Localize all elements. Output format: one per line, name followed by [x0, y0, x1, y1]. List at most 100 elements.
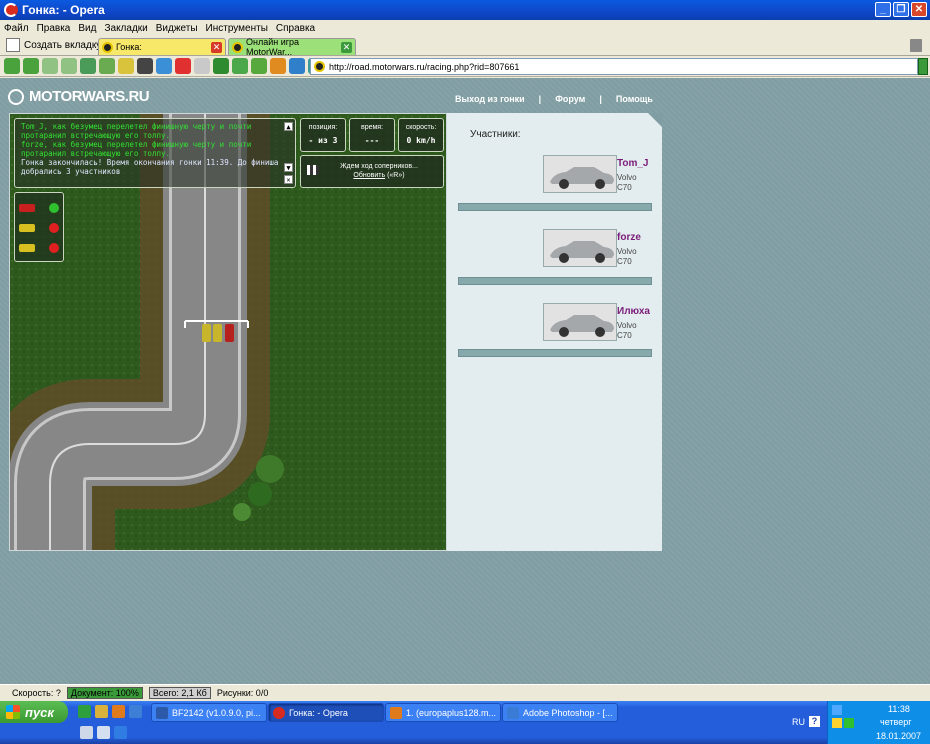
- refresh-hotkey: («R»): [387, 172, 405, 179]
- quicklaunch-icon[interactable]: [80, 726, 93, 739]
- nav-forum[interactable]: Форум: [555, 94, 585, 104]
- race-track-view[interactable]: Tom_J, как безумец перелетел финишную че…: [9, 113, 447, 551]
- quicklaunch-icon[interactable]: [95, 705, 108, 718]
- menu-view[interactable]: Вид: [76, 23, 102, 34]
- participant-car: Volvo C70: [617, 321, 637, 341]
- maximize-button[interactable]: ❐: [893, 2, 909, 17]
- taskbar-item[interactable]: 1. (europaplus128.m...: [385, 703, 501, 722]
- forward-icon[interactable]: [23, 58, 39, 74]
- menu-bar: Файл Правка Вид Закладки Виджеты Инструм…: [0, 20, 930, 37]
- menu-edit[interactable]: Правка: [35, 23, 77, 34]
- stat-value: 0 km/h: [406, 136, 436, 145]
- status-speed: Скорость: ?: [12, 688, 61, 698]
- car-thumbnail[interactable]: [543, 229, 617, 267]
- quicklaunch-icon[interactable]: [112, 705, 125, 718]
- fast-forward-icon[interactable]: [61, 58, 77, 74]
- extension-icon[interactable]: [270, 58, 286, 74]
- tray-icon[interactable]: [832, 705, 842, 715]
- menu-tools[interactable]: Инструменты: [204, 23, 274, 34]
- tab-close-icon[interactable]: ✕: [341, 41, 352, 53]
- scroll-down-icon[interactable]: ▼: [284, 163, 293, 172]
- players-status-panel: [14, 192, 64, 262]
- reload-icon[interactable]: [80, 58, 96, 74]
- participant-name[interactable]: Tom_J: [617, 158, 649, 169]
- menu-file[interactable]: Файл: [2, 23, 35, 34]
- p-icon[interactable]: [289, 58, 305, 74]
- w-icon[interactable]: [251, 58, 267, 74]
- chat-line: добрались 3 участников: [21, 167, 121, 176]
- site-icon[interactable]: [137, 58, 153, 74]
- extension-icon[interactable]: [213, 58, 229, 74]
- nav-separator: |: [538, 94, 542, 104]
- extension-icon[interactable]: [232, 58, 248, 74]
- go-button[interactable]: [918, 58, 928, 75]
- help-icon[interactable]: ?: [809, 716, 820, 727]
- participant-progress-bar: [458, 349, 652, 357]
- stat-value: ---: [364, 136, 380, 145]
- address-bar[interactable]: http://road.motorwars.ru/racing.php?rid=…: [310, 58, 918, 75]
- quicklaunch-icon[interactable]: [78, 705, 91, 718]
- address-url: http://road.motorwars.ru/racing.php?rid=…: [329, 61, 520, 72]
- site-favicon: [102, 41, 113, 53]
- menu-help[interactable]: Справка: [274, 23, 321, 34]
- tab-race[interactable]: Гонка: ✕: [98, 38, 226, 55]
- trash-icon[interactable]: [910, 39, 922, 52]
- nav-exit-race[interactable]: Выход из гонки: [455, 94, 525, 104]
- home-icon[interactable]: [99, 58, 115, 74]
- tab-label: Гонка:: [116, 42, 142, 52]
- nav-help[interactable]: Помощь: [616, 94, 653, 104]
- participant-car: Volvo C70: [617, 247, 637, 267]
- opera-icon: [4, 3, 18, 17]
- participants-heading: Участники:: [470, 129, 521, 140]
- clock-time[interactable]: 11:38: [888, 704, 910, 714]
- status-bar: Скорость: ? Документ: 100% Всего: 2,1 Кб…: [0, 684, 930, 701]
- winamp-icon: [390, 706, 402, 719]
- minimize-button[interactable]: _: [875, 2, 891, 17]
- car-model: C70: [617, 257, 632, 266]
- language-indicator[interactable]: RU: [792, 717, 805, 727]
- window-titlebar: Гонка: - Opera _ ❐ ✕: [0, 0, 930, 20]
- close-button[interactable]: ✕: [911, 2, 927, 17]
- task-label: Гонка: - Opera: [289, 707, 348, 718]
- site-logo[interactable]: MOTORWARS.RU: [8, 88, 150, 105]
- car-thumbnail[interactable]: [543, 155, 617, 193]
- participant-progress-bar: [458, 277, 652, 285]
- tray-icon[interactable]: [844, 718, 854, 728]
- quicklaunch-icon[interactable]: [97, 726, 110, 739]
- refresh-link[interactable]: Обновить: [353, 172, 385, 179]
- waiting-panel: Ждем ход соперников... Обновить («R»): [300, 155, 444, 188]
- car-make: Volvo: [617, 247, 637, 256]
- close-chat-icon[interactable]: ✕: [284, 175, 293, 184]
- new-tab-button[interactable]: Создать вкладку: [6, 38, 101, 52]
- ie-icon[interactable]: [114, 726, 127, 739]
- photoshop-icon: [507, 706, 519, 719]
- player-status-row: [19, 218, 59, 238]
- warning-icon[interactable]: [832, 718, 842, 728]
- menu-widgets[interactable]: Виджеты: [154, 23, 204, 34]
- start-button[interactable]: пуск: [0, 701, 68, 723]
- status-images: Рисунки: 0/0: [216, 688, 269, 698]
- chat-line: протаранил встречающую его толпу.: [21, 131, 171, 140]
- task-label: 1. (europaplus128.m...: [406, 707, 497, 718]
- logo-text: MOTORWARS.RU: [29, 88, 150, 105]
- new-tab-label: Создать вкладку: [24, 39, 102, 51]
- extension-icon[interactable]: [194, 58, 210, 74]
- eye-icon[interactable]: [156, 58, 172, 74]
- taskbar-item-active[interactable]: Гонка: - Opera: [268, 703, 384, 722]
- yandex-icon[interactable]: [175, 58, 191, 74]
- taskbar-item[interactable]: BF2142 (v1.0.9.0, pi...: [151, 703, 267, 722]
- back-icon[interactable]: [4, 58, 20, 74]
- menu-bookmarks[interactable]: Закладки: [102, 23, 153, 34]
- task-label: Adobe Photoshop - [...: [523, 707, 613, 718]
- car-thumbnail[interactable]: [543, 303, 617, 341]
- participant-name[interactable]: forze: [617, 232, 641, 243]
- tab-motorwars[interactable]: Онлайн игра MotorWar... ✕: [228, 37, 356, 57]
- quicklaunch-icon[interactable]: [129, 705, 142, 718]
- participant-progress-bar: [458, 203, 652, 211]
- taskbar-item[interactable]: Adobe Photoshop - [...: [502, 703, 618, 722]
- scroll-up-icon[interactable]: ▲: [284, 122, 293, 131]
- participant-name[interactable]: Илюха: [617, 306, 650, 317]
- bookmark-icon[interactable]: [118, 58, 134, 74]
- rewind-icon[interactable]: [42, 58, 58, 74]
- tab-close-icon[interactable]: ✕: [211, 41, 222, 53]
